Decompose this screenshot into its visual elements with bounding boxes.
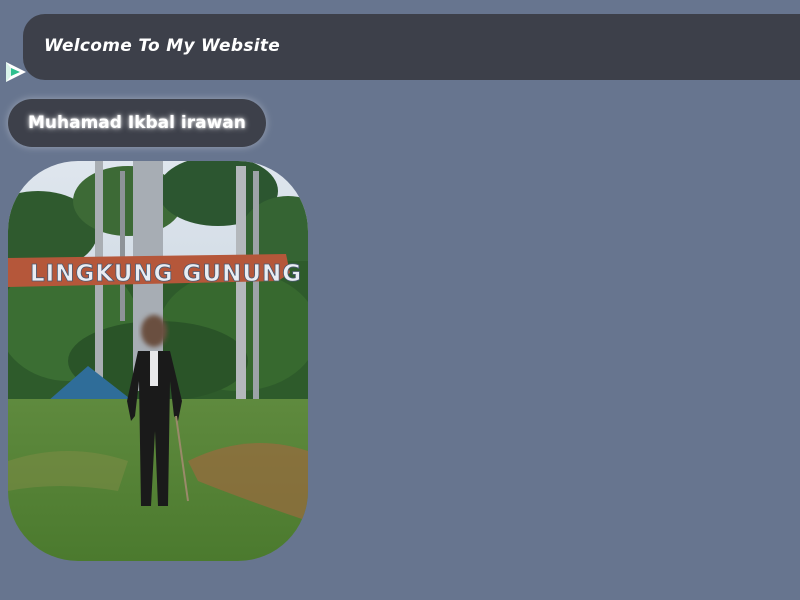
profile-name-badge: Muhamad Ikbal irawan [8,99,266,147]
sign-text: LINGKUNG GUNUNG [30,261,302,287]
play-triangle-logo-icon[interactable] [4,60,28,84]
profile-name: Muhamad Ikbal irawan [28,113,246,133]
sign-board: LINGKUNG GUNUNG [8,254,302,287]
header-bar: Welcome To My Website [23,14,800,80]
page: Welcome To My Website Muhamad Ikbal iraw… [0,0,800,600]
header-title: Welcome To My Website [44,36,281,56]
profile-photo: LINGKUNG GUNUNG [8,161,308,561]
